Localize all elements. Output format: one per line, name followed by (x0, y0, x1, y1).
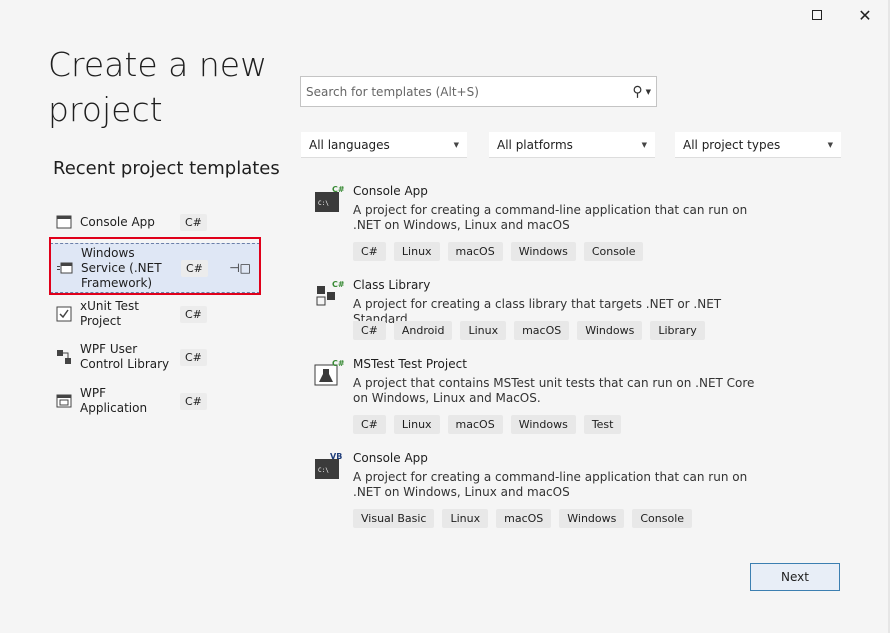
language-filter-value: All languages (309, 137, 390, 152)
svg-text:VB: VB (330, 453, 342, 461)
template-tags: C# Linux macOS Windows Test (353, 415, 622, 434)
xunit-test-icon (56, 306, 72, 322)
tag: Windows (559, 509, 625, 528)
tag: Linux (393, 242, 440, 261)
tag: Android (393, 321, 453, 340)
language-badge: C# (181, 259, 208, 277)
next-button[interactable]: Next (750, 563, 840, 591)
svg-text:C#: C# (332, 186, 344, 194)
chevron-down-icon: ▼ (827, 140, 833, 149)
search-input[interactable] (306, 84, 633, 99)
recent-item-wpf-application[interactable]: WPF Application C# (50, 382, 260, 420)
tag: macOS (514, 321, 570, 340)
recent-item-label: xUnit Test Project (80, 299, 139, 328)
chevron-down-icon[interactable]: ▼ (646, 88, 651, 96)
chevron-down-icon: ▼ (453, 140, 459, 149)
recent-templates-heading: Recent project templates (53, 158, 280, 179)
tag: C# (353, 415, 386, 434)
tag: C# (353, 321, 386, 340)
console-app-icon (56, 215, 72, 229)
wpf-control-library-icon (57, 350, 71, 364)
project-type-filter-value: All project types (683, 137, 781, 152)
platform-filter[interactable]: All platforms ▼ (489, 132, 655, 158)
template-tags: C# Linux macOS Windows Console (353, 242, 644, 261)
recent-item-windows-service[interactable]: Windows Service (.NET Framework) C# ⊣□ (50, 243, 260, 293)
close-button[interactable]: ✕ (842, 0, 888, 30)
tag: Library (650, 321, 705, 340)
pin-icon[interactable]: ⊣□ (229, 261, 251, 275)
language-filter[interactable]: All languages ▼ (301, 132, 467, 158)
wpf-application-icon (56, 394, 72, 408)
tag: Console (583, 242, 644, 261)
svg-text:C:\: C:\ (318, 467, 329, 474)
template-name: Console App (353, 184, 428, 198)
template-tags: Visual Basic Linux macOS Windows Console (353, 509, 693, 528)
page-title: Create a new project (48, 45, 268, 129)
close-icon: ✕ (858, 5, 872, 25)
tag: Windows (510, 415, 576, 434)
class-library-icon: C# (316, 280, 344, 306)
recent-item-label: WPF User Control Library (80, 342, 170, 371)
template-name: MSTest Test Project (353, 357, 467, 371)
template-description: A project that contains MSTest unit test… (353, 376, 755, 405)
template-name: Console App (353, 451, 428, 465)
template-description: A project for creating a command-line ap… (353, 203, 748, 232)
tag: macOS (496, 509, 552, 528)
console-app-vb-icon: C:\ VB (315, 453, 342, 479)
template-search[interactable]: ⚲ ▼ (300, 76, 657, 107)
svg-text:C#: C# (332, 359, 344, 368)
template-tags: C# Android Linux macOS Windows Library (353, 321, 705, 340)
tag: C# (353, 242, 386, 261)
recent-item-console-app[interactable]: Console App C# (50, 204, 260, 240)
template-name: Class Library (353, 278, 431, 292)
project-type-filter[interactable]: All project types ▼ (675, 132, 841, 158)
template-description: A project for creating a command-line ap… (353, 470, 748, 499)
tag: Linux (442, 509, 489, 528)
tag: macOS (447, 242, 503, 261)
tag: Linux (460, 321, 507, 340)
language-badge: C# (180, 213, 207, 231)
svg-text:C#: C# (332, 280, 344, 289)
language-badge: C# (180, 305, 207, 323)
tag: macOS (447, 415, 503, 434)
recent-templates-list: Console App C# Windows Service (.NET Fra… (50, 204, 260, 420)
svg-text:C:\: C:\ (318, 200, 329, 207)
recent-item-label: WPF Application (80, 386, 148, 415)
recent-item-label: Console App (80, 214, 155, 229)
language-badge: C# (180, 348, 207, 366)
mstest-flask-icon: C# (314, 359, 344, 386)
tag: Windows (510, 242, 576, 261)
search-icon[interactable]: ⚲ (632, 84, 642, 100)
language-badge: C# (180, 392, 207, 410)
tag: Test (583, 415, 622, 434)
tag: Visual Basic (353, 509, 435, 528)
tag: Console (632, 509, 693, 528)
recent-item-xunit-test[interactable]: xUnit Test Project C# (50, 296, 260, 332)
maximize-icon (812, 10, 822, 20)
tag: Linux (393, 415, 440, 434)
platform-filter-value: All platforms (497, 137, 573, 152)
recent-item-wpf-control-library[interactable]: WPF User Control Library C# (50, 332, 260, 382)
recent-item-label: Windows Service (.NET Framework) (81, 245, 162, 290)
maximize-button[interactable] (794, 0, 840, 30)
chevron-down-icon: ▼ (641, 140, 647, 149)
console-app-icon: C:\ C# (315, 186, 344, 212)
tag: Windows (577, 321, 643, 340)
windows-service-icon (57, 262, 73, 274)
